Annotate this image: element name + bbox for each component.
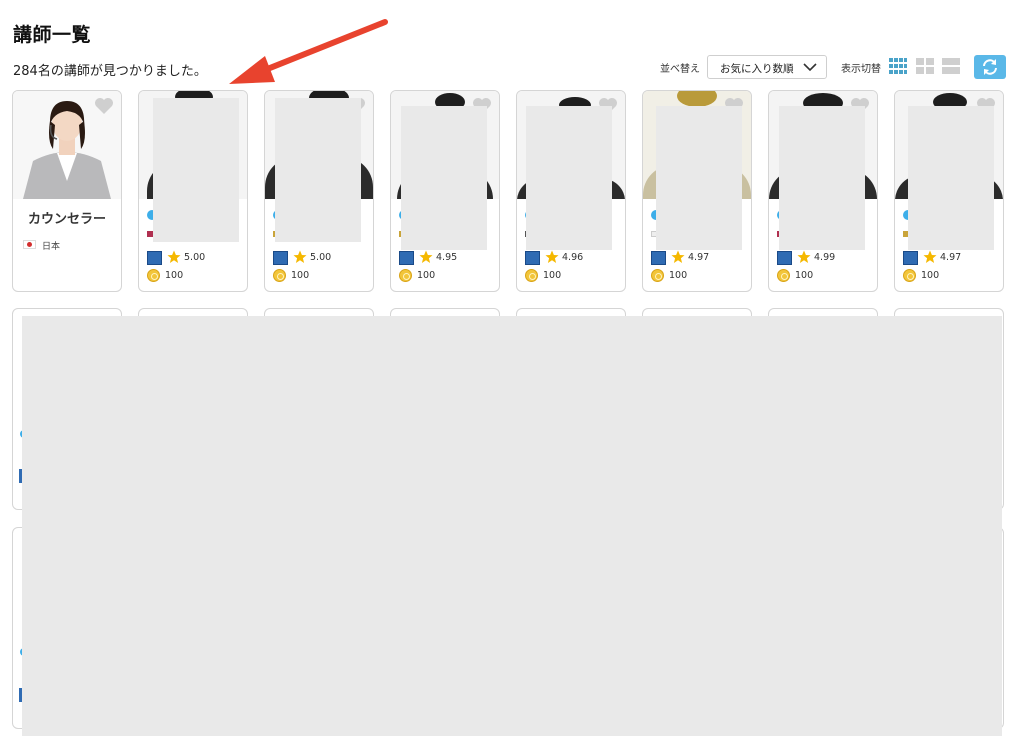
tutor-points: 100 [795, 270, 814, 281]
redaction-overlay [526, 106, 612, 250]
annotation-arrow [229, 19, 388, 84]
japan-flag-icon [23, 240, 36, 249]
coin-icon [903, 269, 916, 282]
star-icon [419, 250, 433, 263]
star-icon [797, 250, 811, 263]
star-icon [671, 250, 685, 263]
redaction-overlay [275, 98, 361, 242]
star-icon [923, 250, 937, 263]
coin-icon [399, 269, 412, 282]
course-badge-icon [147, 251, 162, 265]
grid-4-icon[interactable] [889, 58, 907, 75]
tutor-points: 100 [921, 270, 940, 281]
sort-select[interactable]: お気に入り数順 [707, 55, 827, 79]
redaction-overlay [779, 106, 865, 250]
tutor-rating: 5.00 [310, 252, 332, 263]
star-icon [293, 250, 307, 263]
star-icon [167, 250, 181, 263]
redaction-overlay [153, 98, 239, 242]
tutor-points: 100 [669, 270, 688, 281]
counselor-name: カウンセラー [27, 212, 106, 227]
redaction-overlay [401, 106, 487, 250]
tutor-rating: 4.95 [436, 252, 458, 263]
tutor-points: 100 [291, 270, 310, 281]
coin-icon [777, 269, 790, 282]
refresh-icon [983, 59, 997, 75]
counselor-country: 日本 [42, 242, 61, 252]
coin-icon [651, 269, 664, 282]
course-badge-icon [399, 251, 414, 265]
coin-icon [525, 269, 538, 282]
course-badge-icon [903, 251, 918, 265]
sort-label: 並べ替え [660, 64, 700, 75]
course-badge-icon [777, 251, 792, 265]
redaction-overlay [22, 316, 1002, 736]
result-count: 284名の講師が見つかりました。 [13, 64, 207, 79]
tutor-rating: 5.00 [184, 252, 206, 263]
list-icon[interactable] [942, 58, 960, 75]
tutor-rating: 4.96 [562, 252, 584, 263]
course-badge-icon [273, 251, 288, 265]
counselor-card[interactable]: カウンセラー 日本 [12, 90, 122, 292]
list-controls: 並べ替え お気に入り数順 表示切替 [660, 55, 1010, 79]
coin-icon [147, 269, 160, 282]
page-title: 講師一覧 [13, 24, 92, 46]
redaction-overlay [908, 106, 994, 250]
tutor-points: 100 [417, 270, 436, 281]
coin-icon [273, 269, 286, 282]
grid-2-icon[interactable] [916, 58, 934, 75]
tutor-rating: 4.97 [940, 252, 962, 263]
tutor-rating: 4.97 [688, 252, 710, 263]
sort-selected-value: お気に入り数順 [720, 63, 794, 75]
redaction-overlay [656, 106, 742, 250]
course-badge-icon [651, 251, 666, 265]
tutor-rating: 4.99 [814, 252, 836, 263]
favorite-heart-icon[interactable] [94, 97, 114, 115]
tutor-points: 100 [543, 270, 562, 281]
chevron-down-icon [803, 63, 817, 72]
view-toggle-label: 表示切替 [841, 64, 881, 75]
star-icon [545, 250, 559, 263]
refresh-button[interactable] [974, 55, 1006, 79]
tutor-points: 100 [165, 270, 184, 281]
course-badge-icon [525, 251, 540, 265]
